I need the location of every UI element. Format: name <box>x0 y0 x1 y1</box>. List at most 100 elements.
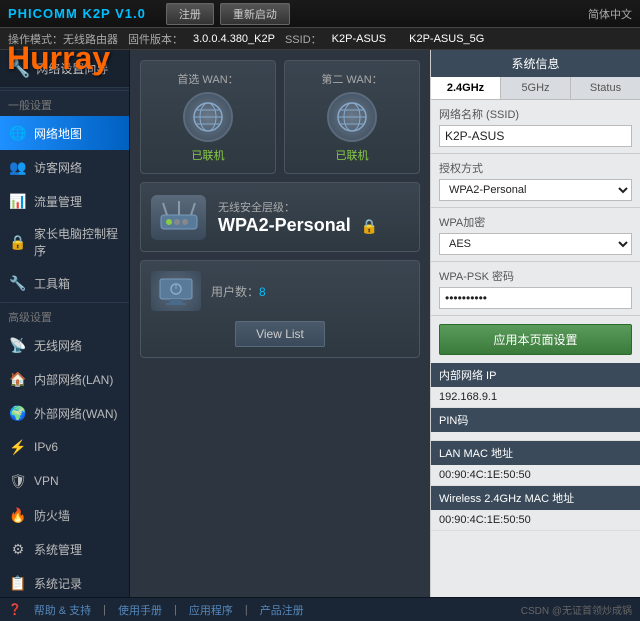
apply-button[interactable]: 应用本页面设置 <box>439 324 632 355</box>
ssid-field-group: 网络名称 (SSID) <box>431 100 640 154</box>
sep2: | <box>174 604 177 616</box>
tab-2-4ghz[interactable]: 2.4GHz <box>431 77 501 99</box>
parental-icon: 🔒 <box>8 232 28 252</box>
wan1-label: 首选 WAN： <box>177 71 238 87</box>
right-panel: 系统信息 2.4GHz 5GHz Status 网络名称 (SSID) 授权方式… <box>430 50 640 597</box>
pin-divider: PIN码 <box>431 408 640 432</box>
sidebar-item-syslog[interactable]: 📋 系统记录 <box>0 566 129 597</box>
wan-icon: 🌍 <box>8 403 28 423</box>
clients-row: 用户数：8 View List <box>140 260 420 358</box>
app-link[interactable]: 应用程序 <box>189 602 233 618</box>
internal-ip-value: 192.168.9.1 <box>439 391 632 403</box>
sidebar-label-tools: 工具箱 <box>34 275 70 292</box>
sidebar-label-guest: 访客网络 <box>34 159 82 176</box>
wan2-status: 已联机 <box>336 147 369 163</box>
ipv6-icon: ⚡ <box>8 437 28 457</box>
sidebar-label-parental: 家长电脑控制程序 <box>34 225 121 259</box>
lan-mac-value: 00:90:4C:1E:50:50 <box>439 469 632 481</box>
ssid-field-label: 网络名称 (SSID) <box>439 106 632 122</box>
sidebar-item-guest-network[interactable]: 👥 访客网络 <box>0 150 129 184</box>
system-info-title: 系统信息 <box>431 50 640 77</box>
wireless-mac-divider: Wireless 2.4GHz MAC 地址 <box>431 486 640 510</box>
wan1-icon <box>183 92 233 142</box>
sidebar-item-traffic[interactable]: 📊 流量管理 <box>0 184 129 218</box>
auth-field-group: 授权方式 WPA2-Personal <box>431 154 640 208</box>
traffic-icon: 📊 <box>8 191 28 211</box>
general-section-label: 一般设置 <box>0 90 129 116</box>
clients-top: 用户数：8 <box>151 271 409 311</box>
ssid-input[interactable] <box>439 125 632 147</box>
sidebar-label-traffic: 流量管理 <box>34 193 82 210</box>
pin-field <box>431 432 640 441</box>
lan-mac-divider: LAN MAC 地址 <box>431 441 640 465</box>
manual-link[interactable]: 使用手册 <box>118 602 162 618</box>
router-icon <box>151 195 206 240</box>
tab-5ghz[interactable]: 5GHz <box>501 77 571 99</box>
tabs-row: 2.4GHz 5GHz Status <box>431 77 640 100</box>
tab-status[interactable]: Status <box>571 77 640 99</box>
wpa-psk-field-group: WPA-PSK 密码 <box>431 262 640 316</box>
ssid2: K2P-ASUS_5G <box>409 33 484 45</box>
advanced-section-label: 高级设置 <box>0 302 129 328</box>
sidebar-label-firewall: 防火墙 <box>34 507 70 524</box>
sep1: | <box>103 604 106 616</box>
wpa-encrypt-select[interactable]: AES <box>439 233 632 255</box>
vpn-icon: 🛡 <box>8 471 28 491</box>
sidebar-label-syslog: 系统记录 <box>34 575 82 592</box>
sidebar-label-network-map: 网络地图 <box>34 125 82 142</box>
wireless-icon: 📡 <box>8 335 28 355</box>
clients-icon <box>151 271 201 311</box>
bottom-bar: ❓ 帮助 & 支持 | 使用手册 | 应用程序 | 产品注册 CSDN @无证首… <box>0 597 640 621</box>
setup-wizard-icon: 🔧 <box>8 58 30 79</box>
main-layout: 🔧 网络设置向导 一般设置 🌐 网络地图 👥 访客网络 📊 流量管理 🔒 家长电… <box>0 50 640 597</box>
ssid-sep <box>396 33 399 45</box>
sidebar-item-firewall[interactable]: 🔥 防火墙 <box>0 498 129 532</box>
setup-wizard-label: 网络设置向导 <box>36 60 108 77</box>
mode-label: 操作模式：无线路由器 <box>8 31 118 47</box>
sidebar: 🔧 网络设置向导 一般设置 🌐 网络地图 👥 访客网络 📊 流量管理 🔒 家长电… <box>0 50 130 597</box>
firmware-label: 固件版本： <box>128 31 183 47</box>
sysadmin-icon: ⚙ <box>8 539 28 559</box>
help-link[interactable]: 帮助 & 支持 <box>34 602 91 618</box>
content-area: 首选 WAN： 已联机 第二 WAN： <box>130 50 430 597</box>
wan1-box: 首选 WAN： 已联机 <box>140 60 276 174</box>
sidebar-item-parental[interactable]: 🔒 家长电脑控制程序 <box>0 218 129 266</box>
sidebar-item-ipv6[interactable]: ⚡ IPv6 <box>0 430 129 464</box>
firmware-version: 3.0.0.4.380_K2P <box>193 33 275 45</box>
sep3: | <box>245 604 248 616</box>
wireless-mac-field: 00:90:4C:1E:50:50 <box>431 510 640 531</box>
view-list-button[interactable]: View List <box>235 321 325 347</box>
sidebar-label-lan: 内部网络(LAN) <box>34 371 113 388</box>
wireless-mac-value: 00:90:4C:1E:50:50 <box>439 514 632 526</box>
register-link[interactable]: 产品注册 <box>260 602 304 618</box>
sidebar-item-tools[interactable]: 🔧 工具箱 <box>0 266 129 300</box>
security-label: 无线安全层级： <box>218 199 378 215</box>
guest-network-icon: 👥 <box>8 157 28 177</box>
internal-ip-divider: 内部网络 IP <box>431 363 640 387</box>
language-selector[interactable]: 简体中文 <box>588 6 632 22</box>
sidebar-item-network-map[interactable]: 🌐 网络地图 <box>0 116 129 150</box>
sidebar-label-ipv6: IPv6 <box>34 440 58 454</box>
wan2-box: 第二 WAN： 已联机 <box>284 60 420 174</box>
wan-row: 首选 WAN： 已联机 第二 WAN： <box>140 60 420 174</box>
ssid-label: SSID： <box>285 31 322 47</box>
sidebar-label-vpn: VPN <box>34 474 59 488</box>
register-button[interactable]: 注册 <box>166 3 214 25</box>
sidebar-item-lan[interactable]: 🏠 内部网络(LAN) <box>0 362 129 396</box>
setup-wizard-item[interactable]: 🔧 网络设置向导 <box>0 50 129 88</box>
sidebar-item-vpn[interactable]: 🛡 VPN <box>0 464 129 498</box>
network-diagram: 首选 WAN： 已联机 第二 WAN： <box>130 50 430 597</box>
security-text: 无线安全层级： WPA2-Personal 🔒 <box>218 199 378 236</box>
app-logo: PHICOMM K2P V1.0 <box>8 6 146 21</box>
auth-select[interactable]: WPA2-Personal <box>439 179 632 201</box>
sidebar-item-sysadmin[interactable]: ⚙ 系统管理 <box>0 532 129 566</box>
lan-icon: 🏠 <box>8 369 28 389</box>
firewall-icon: 🔥 <box>8 505 28 525</box>
lan-mac-field: 00:90:4C:1E:50:50 <box>431 465 640 486</box>
sidebar-item-wan[interactable]: 🌍 外部网络(WAN) <box>0 396 129 430</box>
wpa-psk-input[interactable] <box>439 287 632 309</box>
restart-button[interactable]: 重新启动 <box>220 3 290 25</box>
info-bar: 操作模式：无线路由器 固件版本： 3.0.0.4.380_K2P SSID： K… <box>0 28 640 50</box>
sidebar-item-wireless[interactable]: 📡 无线网络 <box>0 328 129 362</box>
syslog-icon: 📋 <box>8 573 28 593</box>
